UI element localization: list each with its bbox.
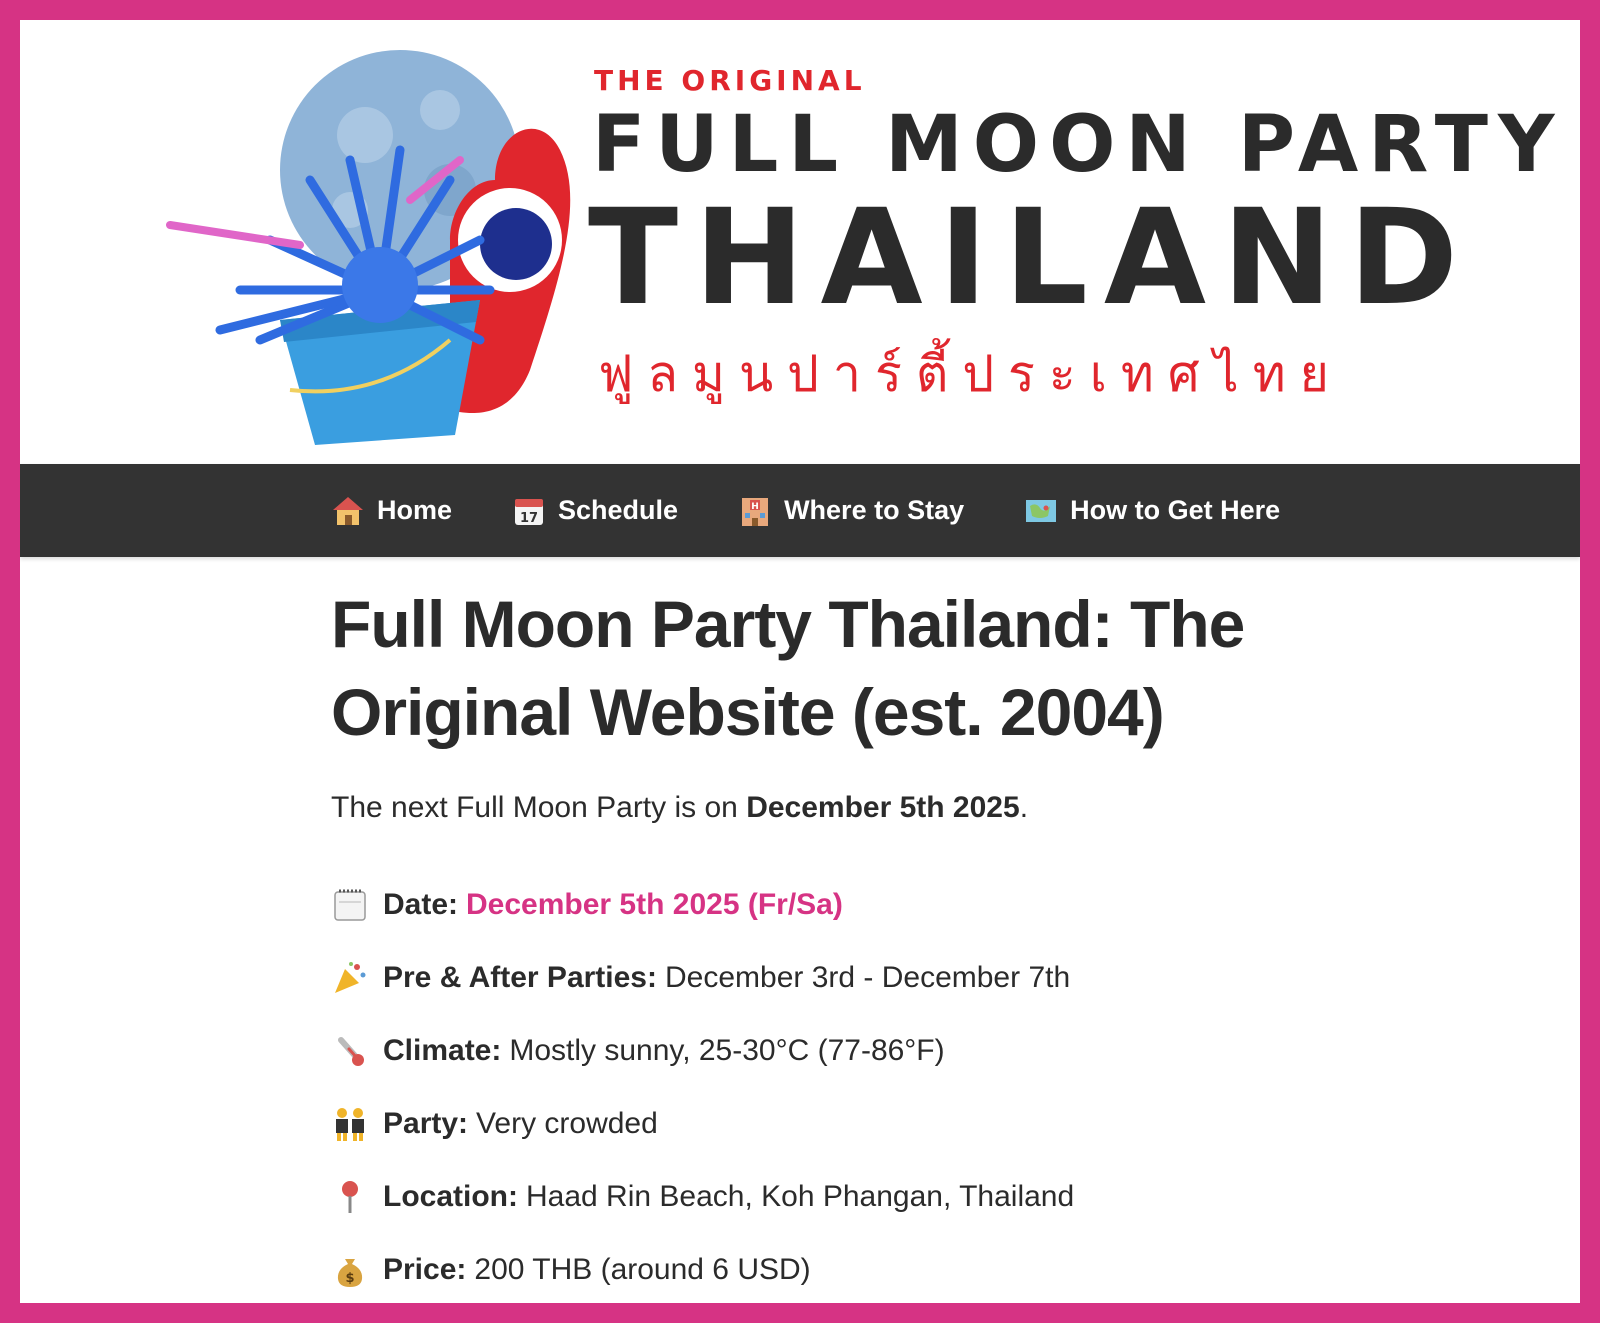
site-header: THE ORIGINAL FULL MOON PARTY THAILAND ฟู… [20,20,1580,464]
fact-value-party: Very crowded [476,1106,658,1140]
intro-date: December 5th 2025 [746,791,1020,824]
thermometer-icon [338,1036,364,1066]
nav-label-schedule: Schedule [558,495,679,525]
party-popper-icon [335,961,366,993]
fact-value-parties: December 3rd - December 7th [664,960,1071,994]
main-content: Full Moon Party Thailand: The Original W… [331,580,1411,1303]
page-title: Full Moon Party Thailand: The Original W… [331,587,1245,749]
main-nav: Home 17 Schedule H Where to Stay How to … [20,464,1580,557]
logo-graphic[interactable] [150,40,610,460]
fact-climate: Climate: Mostly sunny, 25-30°C (77-86°F) [331,1014,1411,1087]
calendar-icon [334,889,366,921]
fact-label-price: Price: [383,1252,467,1286]
nav-label-where-to-stay: Where to Stay [784,495,965,525]
logo-title-line2: THAILAND [588,181,1475,335]
browser-frame: THE ORIGINAL FULL MOON PARTY THAILAND ฟู… [20,20,1580,1303]
fact-value-price: 200 THB (around 6 USD) [474,1252,811,1286]
fact-price: $ Price: 200 THB (around 6 USD) [331,1233,1411,1303]
dancers-icon [336,1107,364,1141]
fact-parties: Pre & After Parties: December 3rd - Dece… [331,941,1411,1014]
fact-label-party: Party: [383,1106,469,1140]
nav-item-where-to-stay[interactable]: H Where to Stay [738,494,964,528]
intro-prefix: The next Full Moon Party is on [331,791,747,824]
house-icon [333,496,363,525]
fact-value-climate: Mostly sunny, 25-30°C (77-86°F) [509,1033,945,1067]
map-icon [1026,499,1057,522]
svg-text:H: H [751,502,759,512]
intro-text: The next Full Moon Party is on December … [331,788,1411,828]
nav-label-home: Home [377,495,453,525]
fact-label-climate: Climate: [383,1033,502,1067]
nav-label-how-to-get-here: How to Get Here [1070,495,1281,525]
fact-label-parties: Pre & After Parties: [383,960,657,994]
nav-item-schedule[interactable]: 17 Schedule [512,494,678,528]
nav-item-how-to-get-here[interactable]: How to Get Here [1024,494,1280,528]
money-bag-icon: $ [337,1258,363,1287]
logo-top-text: THE ORIGINAL [594,64,866,97]
pin-icon [342,1180,358,1213]
svg-text:17: 17 [520,511,538,526]
fact-date: Date: December 5th 2025 (Fr/Sa) [331,868,1411,941]
fact-location: Location: Haad Rin Beach, Koh Phangan, T… [331,1160,1411,1233]
fact-label-date: Date: [383,887,459,921]
logo-thai-text: ฟูลมูนปาร์ตี้ประเทศไทย [598,345,1343,403]
calendar-icon: 17 [515,498,544,526]
intro-suffix: . [1019,791,1029,824]
facts-list: Date: December 5th 2025 (Fr/Sa) Pre & Af… [331,868,1411,1303]
fact-value-location: Haad Rin Beach, Koh Phangan, Thailand [526,1179,1075,1213]
fact-party: Party: Very crowded [331,1087,1411,1160]
nav-item-home[interactable]: Home [331,494,452,528]
logo-title-line1: FULL MOON PARTY [592,100,1565,190]
fact-label-location: Location: [383,1179,518,1213]
hotel-icon: H [742,497,769,526]
fact-value-date[interactable]: December 5th 2025 (Fr/Sa) [466,888,843,922]
svg-text:$: $ [345,1271,354,1286]
